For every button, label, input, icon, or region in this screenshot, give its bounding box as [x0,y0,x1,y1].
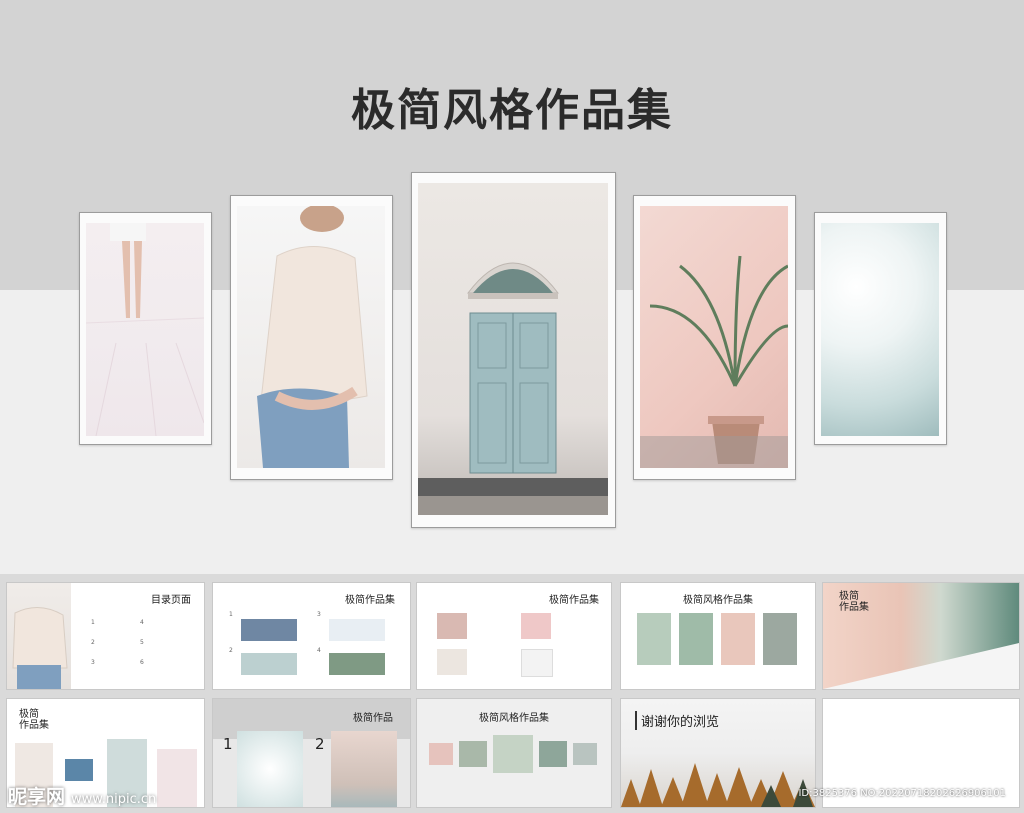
photo-frame-legs[interactable] [79,212,212,445]
watermark-id: ID:3825376 NO:20220718202626906101 [798,788,1006,799]
legs-photo [85,223,205,437]
slide2-title: 极简作品集 [345,595,395,606]
toc-num-2: 2 [91,639,95,646]
door-photo [418,183,608,515]
slide6-img-4 [157,749,197,807]
thanks-trees [621,749,815,807]
photo-frame-door[interactable] [411,172,616,528]
woman-illustration [257,204,368,468]
toc-num-3: 3 [91,659,95,666]
palm-illustration [640,255,789,468]
slide7-title: 极简作品 [353,713,393,724]
slide7-img-1 [237,731,303,807]
slide8-title: 极简风格作品集 [479,713,549,724]
slide-thumb-7[interactable]: 极简作品 1 2 [212,698,411,808]
legs-illustration [85,223,205,437]
slide4-img-2 [679,613,713,665]
slide2-num-4: 4 [317,647,321,654]
palm-photo [640,206,789,468]
slide2-num-3: 3 [317,611,321,618]
woman-photo [237,204,385,468]
toc-num-1: 1 [91,619,95,626]
sea-photo [821,223,939,436]
slide8-img-5 [573,743,597,765]
watermark-site-name: 昵享网 [8,786,66,808]
slide8-img-2 [459,741,487,767]
slide3-img-1 [437,613,467,639]
slide6-img-2 [65,759,93,781]
toc-photo [7,583,71,689]
slide-thumb-8[interactable]: 极简风格作品集 [416,698,612,808]
slide2-num-1: 1 [229,611,233,618]
slide4-img-4 [763,613,797,665]
slide4-img-3 [721,613,755,665]
slide4-img-1 [637,613,671,665]
slide2-img-2 [241,653,297,675]
toc-num-6: 6 [140,659,144,666]
slide2-num-2: 2 [229,647,233,654]
door-illustration [418,262,608,515]
slide-thumb-3[interactable]: 极简作品集 [416,582,612,690]
slide3-img-3 [437,649,467,675]
toc-num-5: 5 [140,639,144,646]
thanks-title: 谢谢你的浏览 [635,711,719,730]
slide3-title: 极简作品集 [549,595,599,606]
photo-frame-palm[interactable] [633,195,796,480]
hero-title: 极简风格作品集 [351,85,673,136]
slide2-img-4 [329,653,385,675]
toc-title: 目录页面 [151,595,191,606]
slide8-img-4 [539,741,567,767]
slide-thumb-4[interactable]: 极简风格作品集 [620,582,816,690]
slide2-img-1 [241,619,297,641]
slide8-img-1 [429,743,453,765]
slide-thumb-5[interactable]: 极简 作品集 [822,582,1020,690]
slide7-img-2 [331,731,397,807]
slide-thumb-thanks[interactable]: 谢谢你的浏览 [620,698,816,808]
watermark-site: 昵享网 www.nipic.cn [8,782,156,809]
watermark-url: www.nipic.cn [71,792,157,807]
slide2-img-3 [329,619,385,641]
slide5-title: 极简 作品集 [839,591,869,613]
slide3-img-2 [521,613,551,639]
slide3-img-4 [521,649,553,677]
slide4-title: 极简风格作品集 [683,595,753,606]
slide-thumb-2[interactable]: 极简作品集 1 2 3 4 [212,582,411,690]
slide7-num-2: 2 [315,735,325,753]
toc-num-4: 4 [140,619,144,626]
slide7-num-1: 1 [223,735,233,753]
photo-frame-sea[interactable] [814,212,947,445]
slide6-title: 极简 作品集 [19,709,49,731]
photo-frame-woman[interactable] [230,195,393,480]
slide8-img-3 [493,735,533,773]
slide-thumb-toc[interactable]: 目录页面 1 2 3 4 5 6 [6,582,205,690]
